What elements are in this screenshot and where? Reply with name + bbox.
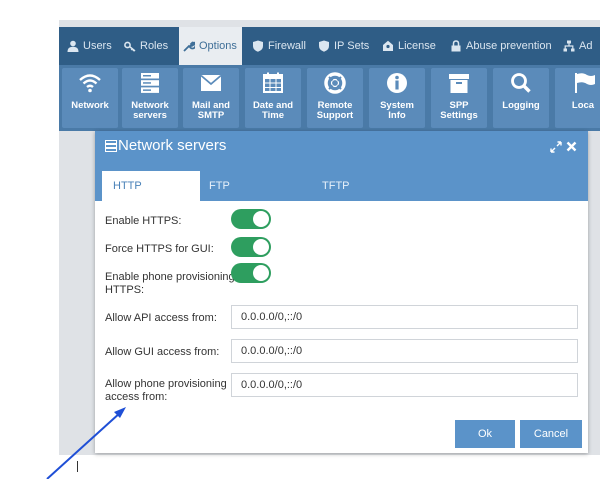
text-cursor: [77, 461, 78, 472]
annotation-arrow: [46, 407, 126, 479]
